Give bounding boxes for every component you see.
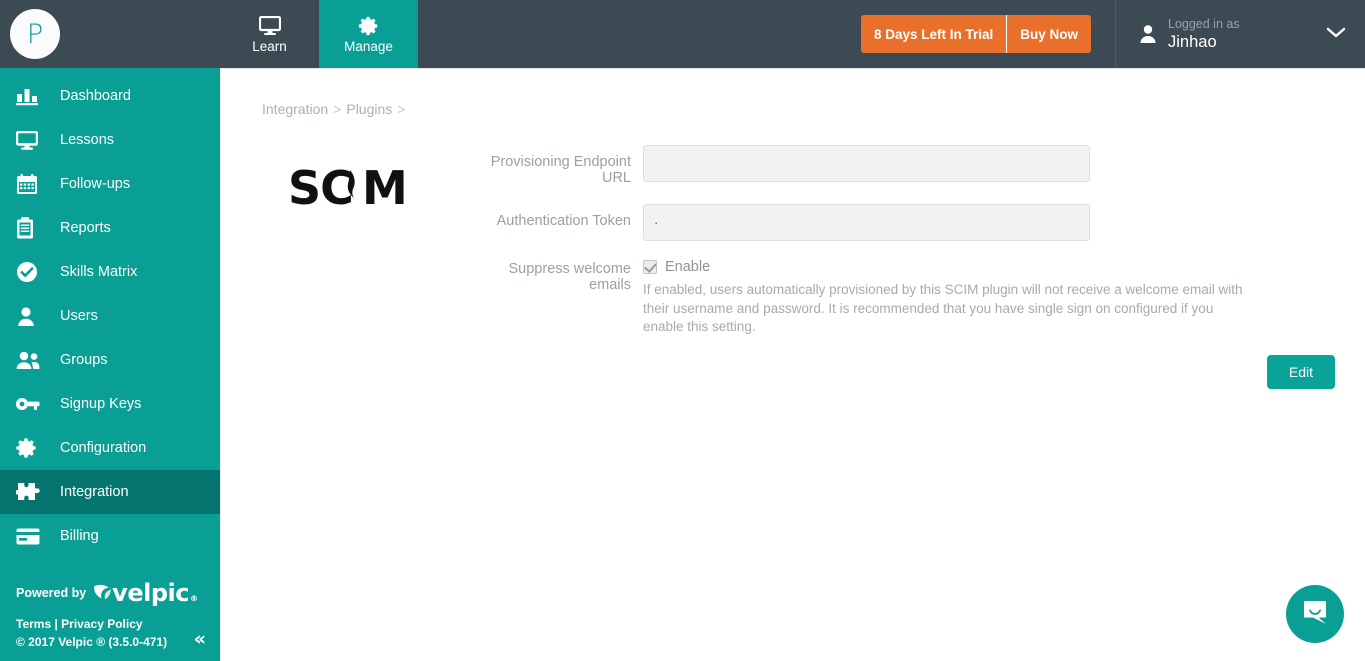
sidebar-item-billing[interactable]: Billing — [0, 514, 220, 558]
breadcrumb: Integration > Plugins > — [221, 69, 1365, 117]
powered-by: Powered by velpic ® — [16, 578, 220, 608]
velpic-logo-text: velpic — [112, 579, 189, 607]
sidebar-item-follow-ups[interactable]: Follow-ups — [0, 162, 220, 206]
brand-logo[interactable]: P — [0, 0, 220, 68]
label-provisioning-endpoint-url: Provisioning Endpoint URL — [490, 154, 631, 186]
sidebar-item-lessons[interactable]: Lessons — [0, 118, 220, 162]
field-suppress-welcome-emails: Enable If enabled, users automatically p… — [643, 259, 1341, 337]
trial-banner: 8 Days Left In Trial Buy Now — [860, 15, 1091, 53]
brand-logo-p-icon: P — [10, 9, 60, 59]
credit-card-icon — [16, 528, 60, 545]
scim-logo: SC M — [288, 160, 408, 218]
legal-links: Terms | Privacy Policy — [16, 617, 220, 631]
field-provisioning-endpoint-url — [643, 145, 1341, 182]
gear-icon — [358, 15, 380, 37]
top-nav-label-manage: Manage — [344, 38, 393, 54]
plugin-form: Provisioning Endpoint URL Authentication… — [469, 145, 1341, 337]
terms-link[interactable]: Terms — [16, 617, 51, 631]
sidebar-label-dashboard: Dashboard — [60, 87, 131, 104]
suppress-help-text: If enabled, users automatically provisio… — [643, 282, 1243, 334]
sidebar-item-reports[interactable]: Reports — [0, 206, 220, 250]
sidebar-item-signup-keys[interactable]: Signup Keys — [0, 382, 220, 426]
clipboard-icon — [16, 217, 60, 239]
powered-by-label: Powered by — [16, 586, 87, 600]
people-icon — [16, 351, 60, 370]
monitor-icon — [258, 15, 281, 37]
gear-icon — [16, 437, 60, 459]
person-icon — [16, 306, 60, 327]
edit-button[interactable]: Edit — [1266, 354, 1335, 389]
buy-now-button[interactable]: Buy Now — [1007, 15, 1091, 53]
sidebar-label-reports: Reports — [60, 219, 111, 236]
field-authentication-token — [643, 204, 1341, 241]
top-nav: Learn Manage — [220, 0, 418, 68]
brand-logo-letter: P — [26, 18, 44, 50]
links-separator: | — [51, 617, 62, 631]
top-nav-item-learn[interactable]: Learn — [220, 0, 319, 68]
breadcrumb-item-plugins[interactable]: Plugins — [346, 101, 392, 117]
sidebar-item-configuration[interactable]: Configuration — [0, 426, 220, 470]
sidebar-footer: Powered by velpic ® Terms | Privacy Polic… — [0, 578, 220, 661]
person-icon — [1136, 22, 1162, 46]
sidebar-item-integration[interactable]: Integration — [0, 470, 220, 514]
sidebar-item-users[interactable]: Users — [0, 294, 220, 338]
sidebar-label-skills-matrix: Skills Matrix — [60, 263, 138, 280]
velpic-logo: velpic ® — [93, 579, 198, 607]
sidebar-label-integration: Integration — [60, 483, 129, 500]
check-circle-icon — [16, 261, 60, 283]
chat-launcher-button[interactable] — [1286, 585, 1344, 643]
label-authentication-token: Authentication Token — [496, 213, 631, 229]
sidebar-label-groups: Groups — [60, 351, 108, 368]
sidebar: Dashboard Lessons Follow-ups Reports Ski… — [0, 68, 220, 661]
sidebar-label-configuration: Configuration — [60, 439, 147, 456]
puzzle-icon — [16, 481, 60, 503]
label-suppress-welcome-emails: Suppress welcome emails — [508, 261, 632, 293]
authentication-token-input[interactable] — [643, 204, 1090, 241]
double-chevron-left-icon[interactable]: « — [194, 630, 206, 649]
user-menu[interactable]: Logged in as Jinhao — [1115, 0, 1365, 68]
chat-bubble-icon — [1301, 598, 1329, 631]
velpic-logo-mark — [93, 579, 112, 607]
calendar-icon — [16, 173, 60, 195]
sidebar-item-groups[interactable]: Groups — [0, 338, 220, 382]
top-nav-label-learn: Learn — [252, 38, 287, 54]
form-row-authentication-token: Authentication Token — [469, 204, 1341, 241]
breadcrumb-separator-2: > — [397, 101, 406, 117]
svg-text:M: M — [362, 161, 407, 215]
enable-checkbox[interactable] — [643, 260, 657, 274]
sidebar-item-skills-matrix[interactable]: Skills Matrix — [0, 250, 220, 294]
top-bar: P Learn Manage 8 Days Left In Trial Buy … — [0, 0, 1365, 68]
sidebar-label-signup-keys: Signup Keys — [60, 395, 142, 412]
sidebar-label-billing: Billing — [60, 527, 99, 544]
breadcrumb-separator: > — [333, 101, 342, 117]
privacy-policy-link[interactable]: Privacy Policy — [61, 617, 142, 631]
main-content: Integration > Plugins > SC M Provisioning E… — [220, 68, 1365, 661]
form-row-suppress-welcome-emails: Suppress welcome emails Enable If enable… — [469, 259, 1341, 337]
sidebar-label-lessons: Lessons — [60, 131, 115, 148]
copyright-text: © 2017 Velpic ® (3.5.0-471) — [16, 635, 168, 649]
plugin-panel: SC M Provisioning Endpoint URL Authentic… — [221, 117, 1365, 389]
bar-chart-icon — [16, 86, 60, 106]
enable-checkbox-label: Enable — [665, 259, 711, 275]
monitor-icon — [16, 130, 60, 150]
velpic-registered-mark: ® — [189, 594, 198, 603]
sidebar-label-follow-ups: Follow-ups — [60, 175, 131, 192]
top-nav-item-manage[interactable]: Manage — [319, 0, 418, 68]
user-info: Logged in as Jinhao — [1162, 17, 1325, 52]
svg-text:SC: SC — [288, 161, 353, 215]
user-name: Jinhao — [1168, 32, 1217, 51]
top-bar-spacer — [418, 0, 861, 68]
provisioning-endpoint-url-input[interactable] — [643, 145, 1090, 182]
form-actions: Edit — [221, 354, 1365, 389]
sidebar-nav: Dashboard Lessons Follow-ups Reports Ski… — [0, 68, 220, 578]
enable-checkbox-row: Enable — [643, 259, 1341, 275]
key-icon — [16, 397, 60, 411]
breadcrumb-item-integration[interactable]: Integration — [262, 101, 328, 117]
sidebar-item-dashboard[interactable]: Dashboard — [0, 74, 220, 118]
sidebar-label-users: Users — [60, 307, 98, 324]
chevron-down-icon[interactable] — [1325, 25, 1347, 44]
form-row-provisioning-endpoint-url: Provisioning Endpoint URL — [469, 145, 1341, 186]
trial-days-left: 8 Days Left In Trial — [861, 15, 1008, 53]
logged-in-as-label: Logged in as — [1168, 16, 1240, 31]
